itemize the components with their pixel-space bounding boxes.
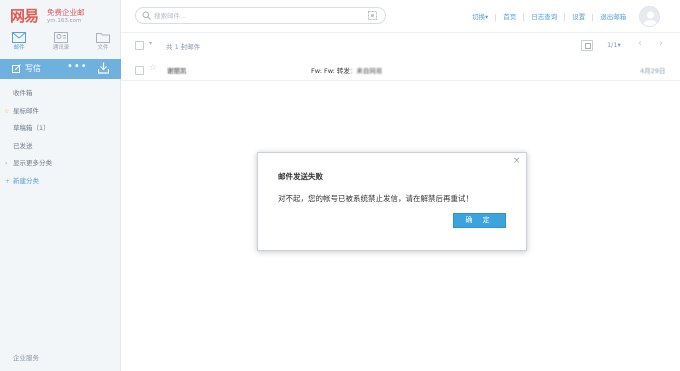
folder-label: 星标邮件 (13, 106, 39, 115)
log-query-link[interactable]: 日志查询 (531, 11, 557, 21)
divider (592, 13, 594, 21)
confirm-button[interactable]: 确 定 (453, 213, 506, 228)
mail-sender: ​谢丽凯 (167, 67, 187, 75)
mail-subject-rest: ：来自网易 (349, 67, 383, 75)
page-selector[interactable]: 1/1▾ (607, 41, 621, 49)
folder-label: 收件箱 (13, 89, 33, 97)
filter-icon[interactable] (368, 11, 377, 20)
logo[interactable]: 网易 免费企业邮 ym.163.com (10, 5, 120, 27)
nav-contacts[interactable]: 通讯录 (46, 31, 76, 56)
user-icon (643, 11, 658, 26)
mail-date: 4月29日 (640, 67, 666, 75)
plus-icon: + (5, 177, 11, 185)
next-page-icon[interactable]: › (659, 38, 663, 49)
folder-label: 新建分类 (13, 176, 39, 185)
sidebar: 网易 免费企业邮 ym.163.com 邮件 通讯录 文件 写信 ••• 收件箱… (0, 0, 121, 371)
mail-toolbar: ▾ 共 1 封邮件 1/1▾ ‹ › (121, 34, 680, 56)
nav-files[interactable]: 文件 (88, 31, 118, 56)
select-all-checkbox[interactable] (135, 41, 144, 50)
divider (523, 13, 525, 21)
nav-contacts-label: 通讯录 (52, 45, 70, 51)
nav-mail-label: 邮件 (13, 45, 25, 51)
switch-account-link[interactable]: 切换▾ (472, 11, 488, 21)
star-icon[interactable]: ☆ (149, 63, 157, 73)
avatar[interactable] (639, 6, 660, 27)
star-icon: ☆ (4, 107, 10, 115)
divider (495, 13, 497, 21)
folder-label: 显示更多分类 (13, 159, 52, 167)
search-input[interactable] (154, 10, 354, 22)
folder-list: 收件箱 ☆ 星标邮件 草稿箱（1） 已发送 › 显示更多分类 + 新建分类 (0, 85, 121, 190)
row-checkbox[interactable] (135, 66, 144, 75)
compose-bar: 写信 ••• (0, 59, 121, 79)
nav-icons: 邮件 通讯录 文件 (0, 31, 121, 56)
search-box[interactable] (135, 7, 386, 24)
folder-label: 草稿箱（1） (13, 124, 50, 132)
more-icon[interactable]: ••• (67, 61, 88, 72)
folder-icon (96, 33, 110, 43)
folder-label: 已发送 (13, 141, 33, 150)
folder-sent[interactable]: 已发送 (0, 138, 121, 156)
send-failed-dialog: × 邮件发送失败 对不起，您的帐号已被系统禁止发信，请在解禁后再重试！ 确 定 (257, 152, 527, 251)
logo-brand: 网易 (10, 7, 39, 25)
enterprise-service-link[interactable]: 企业服务 (13, 352, 39, 362)
nav-mail[interactable]: 邮件 (4, 31, 34, 56)
mail-count: 共 1 封邮件 (166, 43, 201, 51)
nav-files-label: 文件 (97, 45, 109, 51)
mail-subject: Fw: Fw: 转发：来自网易 (311, 65, 382, 75)
settings-link[interactable]: 设置 (572, 11, 585, 21)
top-links: 切换▾ 首页 日志查询 设置 退出邮箱 (472, 11, 626, 21)
home-link[interactable]: 首页 (503, 11, 516, 21)
search-icon (142, 11, 151, 20)
mail-icon (12, 32, 26, 43)
folder-starred[interactable]: ☆ 星标邮件 (0, 103, 121, 121)
chevron-right-icon: › (5, 160, 8, 167)
download-icon[interactable] (98, 62, 109, 74)
folder-drafts[interactable]: 草稿箱（1） (0, 120, 121, 138)
contacts-icon (54, 32, 68, 43)
mail-row[interactable]: ☆ ​谢丽凯 Fw: Fw: 转发：来自网易 4月29日 (121, 59, 680, 81)
header: 切换▾ 首页 日志查询 设置 退出邮箱 (121, 0, 680, 33)
compose-icon (12, 64, 21, 73)
compose-button[interactable]: 写信 (12, 62, 41, 76)
logo-title: 免费企业邮 (47, 8, 85, 17)
folder-inbox[interactable]: 收件箱 (0, 85, 121, 103)
divider (564, 13, 566, 21)
folder-new-category[interactable]: + 新建分类 (0, 173, 121, 191)
page-view-icon[interactable] (581, 40, 593, 51)
logo-subtitle: ym.163.com (47, 18, 82, 24)
close-icon[interactable]: × (513, 156, 521, 166)
mail-subject-prefix: Fw: Fw: 转发 (311, 67, 350, 75)
folder-show-more[interactable]: › 显示更多分类 (0, 155, 121, 173)
logout-link[interactable]: 退出邮箱 (600, 11, 626, 21)
chevron-down-icon[interactable]: ▾ (149, 40, 152, 47)
dialog-message: 对不起，您的帐号已被系统禁止发信，请在解禁后再重试！ (278, 194, 473, 203)
compose-label: 写信 (25, 64, 41, 73)
dialog-title: 邮件发送失败 (278, 172, 323, 181)
prev-page-icon[interactable]: ‹ (638, 38, 642, 49)
